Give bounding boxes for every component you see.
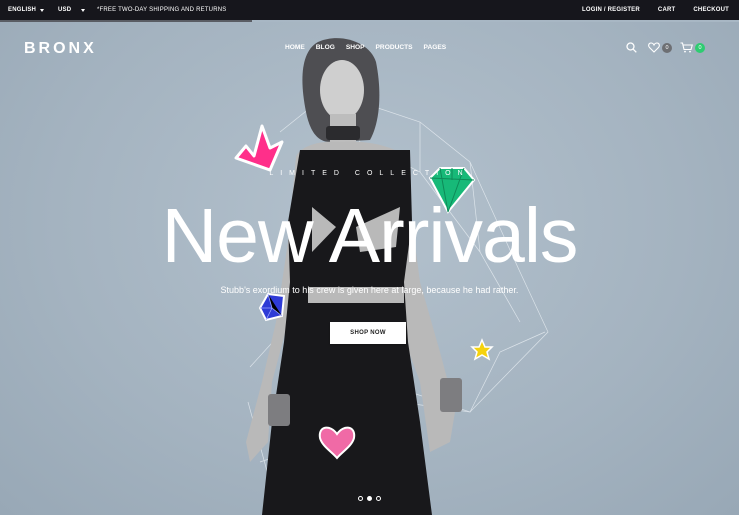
language-label: ENGLISH	[8, 7, 37, 13]
chevron-down-icon	[81, 8, 86, 12]
blue-diamond-sticker	[258, 292, 286, 322]
header-actions: 0 0	[626, 42, 705, 53]
search-icon[interactable]	[626, 42, 637, 53]
nav-item-pages[interactable]: PAGES	[424, 44, 447, 51]
topbar-divider	[0, 20, 252, 22]
main-nav: HOME BLOG SHOP PRODUCTS PAGES	[285, 44, 457, 51]
language-selector[interactable]: ENGLISH	[8, 0, 45, 20]
wishlist-count-badge: 0	[662, 42, 672, 53]
cart-link[interactable]: CART	[658, 7, 675, 13]
nav-item-shop[interactable]: SHOP	[346, 44, 365, 51]
nav-item-blog[interactable]: BLOG	[316, 44, 335, 51]
promo-text: *FREE TWO-DAY SHIPPING AND RETURNS	[97, 7, 227, 13]
hero-title: New Arrivals	[161, 193, 579, 279]
cart-icon[interactable]	[680, 42, 693, 53]
crown-sticker	[234, 124, 284, 172]
slider-dot-2[interactable]	[367, 496, 372, 501]
slider-dots	[358, 496, 381, 501]
nav-item-home[interactable]: HOME	[285, 44, 305, 51]
nav-item-products[interactable]: PRODUCTS	[376, 44, 413, 51]
slider-dot-1[interactable]	[358, 496, 363, 501]
slider-dot-3[interactable]	[376, 496, 381, 501]
cart-count-badge: 0	[695, 42, 705, 53]
hero-subtitle: Stubb's exordium to his crew is given he…	[220, 285, 519, 295]
heart-icon[interactable]	[648, 42, 660, 53]
currency-selector[interactable]: USD	[58, 0, 86, 20]
currency-label: USD	[58, 7, 72, 13]
checkout-link[interactable]: CHECKOUT	[693, 7, 729, 13]
shop-now-button[interactable]: SHOP NOW	[330, 322, 406, 344]
star-sticker	[470, 338, 494, 361]
top-bar: ENGLISH USD *FREE TWO-DAY SHIPPING AND R…	[0, 0, 739, 20]
login-register-link[interactable]: LOGIN / REGISTER	[582, 7, 640, 13]
chevron-down-icon	[40, 8, 45, 12]
account-links: LOGIN / REGISTER CART CHECKOUT	[564, 0, 729, 20]
hero-kicker: LIMITED COLLECTION	[269, 170, 470, 177]
site-logo[interactable]: BRONX	[24, 40, 97, 58]
